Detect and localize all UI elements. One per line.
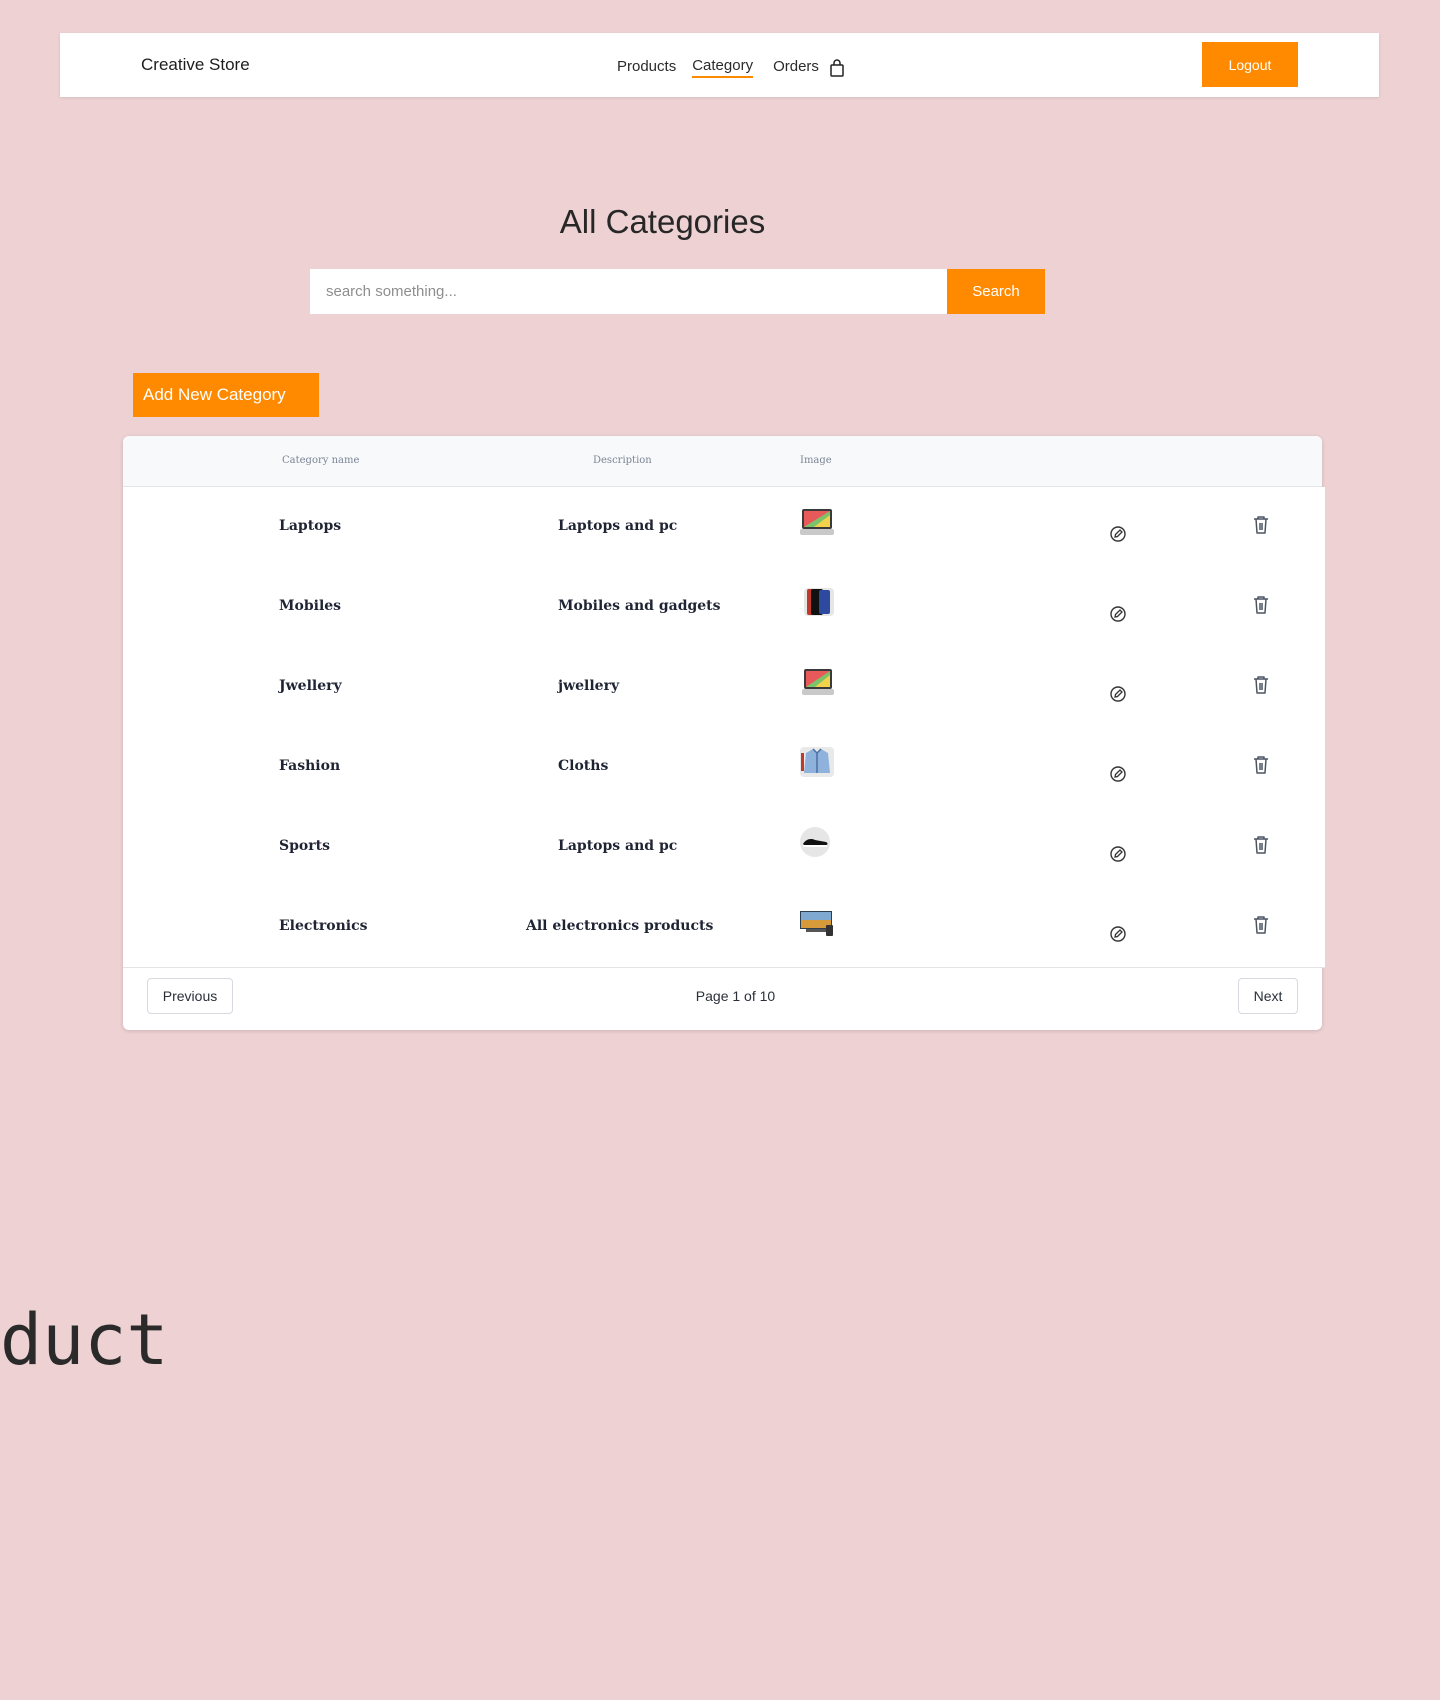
tv-thumbnail	[800, 907, 834, 937]
jacket-thumbnail	[800, 747, 834, 777]
edit-icon[interactable]	[1109, 845, 1127, 863]
search-input[interactable]	[310, 269, 947, 314]
table-row: Mobiles Mobiles and gadgets	[123, 567, 1325, 648]
laptop-thumbnail	[800, 667, 834, 697]
category-name: Electronics	[279, 918, 368, 934]
category-description: Mobiles and gadgets	[558, 598, 721, 614]
overflow-text: duct	[0, 1299, 169, 1381]
logout-button[interactable]: Logout	[1202, 42, 1298, 87]
table-row: Electronics All electronics products	[123, 887, 1325, 968]
trash-icon[interactable]	[1252, 675, 1270, 695]
shoe-thumbnail	[800, 827, 834, 857]
nav-links: Products Category Orders	[617, 57, 845, 78]
trash-icon[interactable]	[1252, 755, 1270, 775]
edit-icon[interactable]	[1109, 925, 1127, 943]
header-category-name: Category name	[282, 455, 360, 466]
table-row: Sports Laptops and pc	[123, 807, 1325, 888]
category-name: Mobiles	[279, 598, 342, 614]
category-description: Laptops and pc	[558, 518, 678, 534]
trash-icon[interactable]	[1252, 595, 1270, 615]
table-row: Laptops Laptops and pc	[123, 487, 1325, 568]
nav-link-category[interactable]: Category	[692, 57, 754, 78]
mobile-thumbnail	[800, 587, 834, 617]
page-indicator: Page 1 of 10	[695, 988, 776, 1004]
search-button[interactable]: Search	[947, 269, 1045, 314]
brand-name[interactable]: Creative Store	[141, 55, 250, 75]
nav-link-products[interactable]: Products	[617, 58, 676, 77]
table-row: Fashion Cloths	[123, 727, 1325, 808]
category-description: jwellery	[558, 678, 620, 694]
header-description: Description	[593, 455, 652, 466]
edit-icon[interactable]	[1109, 605, 1127, 623]
category-description: Laptops and pc	[558, 838, 678, 854]
categories-table: Category name Description Image Laptops …	[123, 436, 1325, 1030]
table-row: Jwellery jwellery	[123, 647, 1325, 728]
category-name: Laptops	[279, 518, 342, 534]
category-description: Cloths	[558, 758, 609, 774]
edit-icon[interactable]	[1109, 685, 1127, 703]
trash-icon[interactable]	[1252, 835, 1270, 855]
trash-icon[interactable]	[1252, 915, 1270, 935]
table-header: Category name Description Image	[123, 436, 1322, 487]
category-name: Fashion	[279, 758, 341, 774]
header-image: Image	[800, 455, 832, 466]
nav-link-orders[interactable]: Orders	[773, 58, 819, 77]
category-description: All electronics products	[526, 918, 714, 934]
edit-icon[interactable]	[1109, 525, 1127, 543]
add-new-category-button[interactable]: Add New Category	[133, 373, 319, 417]
category-name: Jwellery	[279, 678, 342, 694]
trash-icon[interactable]	[1252, 515, 1270, 535]
shopping-bag-icon[interactable]	[829, 58, 845, 77]
pagination: Previous Page 1 of 10 Next	[123, 966, 1322, 1030]
next-page-button[interactable]: Next	[1238, 978, 1298, 1014]
top-navbar: Creative Store Products Category Orders …	[60, 33, 1379, 97]
edit-icon[interactable]	[1109, 765, 1127, 783]
page-title: All Categories	[559, 203, 766, 240]
laptop-thumbnail	[800, 507, 834, 537]
category-name: Sports	[279, 838, 330, 854]
